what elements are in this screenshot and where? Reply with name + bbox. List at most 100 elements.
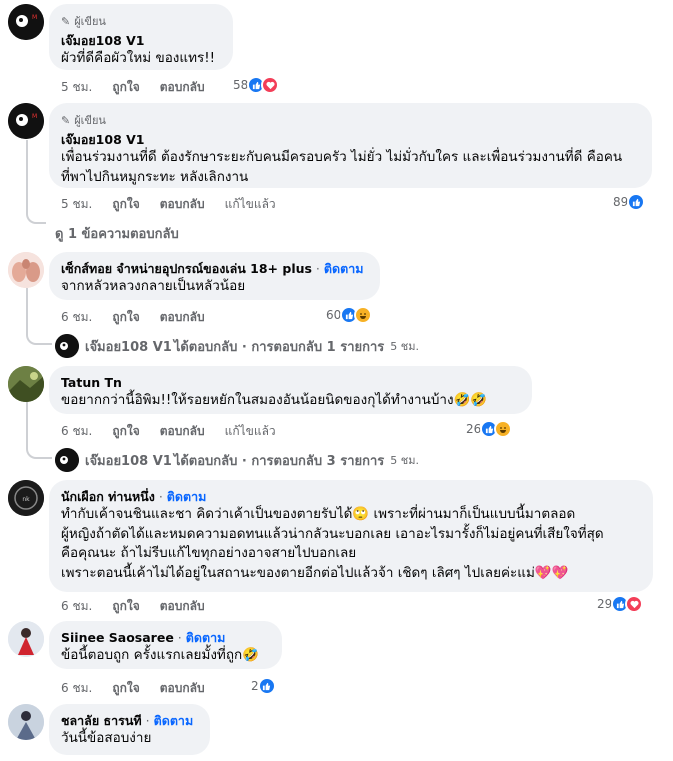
haha-reaction-icon bbox=[354, 306, 373, 324]
timestamp[interactable]: 6 ชม. bbox=[61, 679, 92, 698]
like-reaction-icon bbox=[627, 193, 646, 211]
commenter-name[interactable]: นักเผือก ท่านหนึ่ง bbox=[61, 489, 155, 504]
love-reaction-icon bbox=[625, 595, 644, 613]
comment-actions: 6 ชม. ถูกใจ ตอบกลับ แก้ไขแล้ว bbox=[61, 422, 296, 441]
commenter-name[interactable]: Siinee Saosaree bbox=[61, 630, 174, 645]
reaction-count: 58 bbox=[233, 78, 249, 92]
reaction-count: 26 bbox=[466, 422, 482, 436]
comment-text-line: เพื่อนร่วมงานที่ดี ต้องรักษาระยะกับคนมีค… bbox=[61, 149, 623, 165]
commenter-header: นักเผือก ท่านหนึ่ง · ติดตาม bbox=[61, 489, 207, 504]
avatar bbox=[55, 448, 79, 472]
replier-name: เจ๊มอย108 V1 bbox=[85, 453, 172, 469]
comment-actions: 5 ชม. ถูกใจ ตอบกลับ bbox=[61, 78, 225, 97]
like-button[interactable]: ถูกใจ bbox=[112, 679, 139, 698]
replier-name: เจ๊มอย108 V1 bbox=[85, 339, 172, 355]
comment-text: วันนี้ข้อสอบง่าย bbox=[61, 730, 152, 746]
like-button[interactable]: ถูกใจ bbox=[112, 308, 139, 327]
comment-bubble: ชลาลัย ธารนที · ติดตาม วันนี้ข้อสอบง่าย bbox=[49, 704, 210, 755]
view-replies-link[interactable]: ดู 1 ข้อความตอบกลับ bbox=[55, 223, 179, 244]
timestamp[interactable]: 6 ชม. bbox=[61, 597, 92, 616]
reply-button[interactable]: ตอบกลับ bbox=[160, 679, 205, 698]
commenter-header: Siinee Saosaree · ติดตาม bbox=[61, 630, 226, 645]
reply-button[interactable]: ตอบกลับ bbox=[160, 422, 205, 441]
reaction-summary[interactable]: 58 bbox=[233, 76, 280, 94]
comment-actions: 5 ชม. ถูกใจ ตอบกลับ แก้ไขแล้ว bbox=[61, 195, 296, 214]
follow-button[interactable]: ติดตาม bbox=[324, 261, 364, 276]
comment-bubble: ✎ ผู้เขียน เจ๊มอย108 V1 เพื่อนร่วมงานที่… bbox=[49, 103, 652, 188]
comment-text-line: ทำกับเค้าจนชินและชา คิดว่าเค้าเป็นของตาย… bbox=[61, 506, 576, 522]
pen-icon: ✎ bbox=[61, 14, 71, 28]
follow-button[interactable]: ติดตาม bbox=[167, 489, 207, 504]
reaction-summary[interactable]: 89 bbox=[613, 193, 646, 211]
comment-actions: 6 ชม. ถูกใจ ตอบกลับ bbox=[61, 308, 225, 327]
reaction-summary[interactable]: 29 bbox=[597, 595, 644, 613]
reply-timestamp: 5 ชม. bbox=[390, 340, 420, 353]
thread-connector bbox=[26, 288, 52, 345]
timestamp[interactable]: 6 ชม. bbox=[61, 308, 92, 327]
haha-reaction-icon bbox=[494, 420, 513, 438]
comment-bubble: Siinee Saosaree · ติดตาม ข้อนี้ตอบถูก คร… bbox=[49, 621, 282, 669]
reaction-count: 60 bbox=[326, 308, 342, 322]
reply-button[interactable]: ตอบกลับ bbox=[160, 597, 205, 616]
like-reaction-icon bbox=[257, 677, 276, 695]
commenter-header: ชลาลัย ธารนที · ติดตาม bbox=[61, 713, 194, 728]
comment-bubble: ✎ ผู้เขียน เจ๊มอย108 V1 ผัวที่ดีคือผัวให… bbox=[49, 4, 233, 70]
svg-text:nk: nk bbox=[22, 496, 30, 503]
reaction-count: 89 bbox=[613, 195, 629, 209]
edited-label: แก้ไขแล้ว bbox=[224, 197, 276, 211]
avatar[interactable]: M bbox=[8, 103, 44, 139]
reply-timestamp: 5 ชม. bbox=[390, 454, 420, 467]
comment-actions: 6 ชม. ถูกใจ ตอบกลับ bbox=[61, 597, 225, 616]
timestamp[interactable]: 5 ชม. bbox=[61, 195, 92, 214]
svg-text:M: M bbox=[32, 14, 37, 21]
avatar[interactable] bbox=[8, 252, 44, 288]
avatar[interactable] bbox=[8, 366, 44, 402]
reply-count-text: ได้ตอบกลับ · การตอบกลับ 3 รายการ bbox=[173, 453, 385, 469]
author-badge: ✎ ผู้เขียน bbox=[61, 113, 106, 128]
like-button[interactable]: ถูกใจ bbox=[112, 422, 139, 441]
like-button[interactable]: ถูกใจ bbox=[112, 78, 139, 97]
reaction-summary[interactable]: 26 bbox=[466, 420, 513, 438]
reply-summary[interactable]: เจ๊มอย108 V1 ได้ตอบกลับ · การตอบกลับ 3 ร… bbox=[55, 448, 419, 472]
comment-actions: 6 ชม. ถูกใจ ตอบกลับ bbox=[61, 679, 225, 698]
reply-button[interactable]: ตอบกลับ bbox=[160, 195, 205, 214]
pen-icon: ✎ bbox=[61, 113, 71, 127]
commenter-name[interactable]: เจ๊มอย108 V1 bbox=[61, 131, 640, 148]
reaction-count: 29 bbox=[597, 597, 613, 611]
timestamp[interactable]: 6 ชม. bbox=[61, 422, 92, 441]
author-badge: ✎ ผู้เขียน bbox=[61, 14, 106, 29]
reply-button[interactable]: ตอบกลับ bbox=[160, 78, 205, 97]
comment-text-line: ผู้หญิงถ้าตัดได้และหมดความอดทนแล้วน่ากลั… bbox=[61, 525, 604, 542]
avatar[interactable]: M bbox=[8, 4, 44, 40]
comment-text-line: ที่พาไปกินหมูกระทะ หลังเลิกงาน bbox=[61, 168, 249, 185]
reaction-summary[interactable]: 60 bbox=[326, 306, 373, 324]
edited-label: แก้ไขแล้ว bbox=[224, 424, 276, 438]
commenter-header: เซ็กส์ทอย จำหน่ายอุปกรณ์ของเล่น 18+ plus… bbox=[61, 261, 364, 276]
thread-connector bbox=[26, 140, 46, 224]
comment-text-line: เพราะตอนนี้เค้าไม่ได้อยู่ในสถานะของตายอี… bbox=[61, 564, 569, 581]
avatar bbox=[55, 334, 79, 358]
reply-summary[interactable]: เจ๊มอย108 V1 ได้ตอบกลับ · การตอบกลับ 1 ร… bbox=[55, 334, 419, 358]
commenter-name[interactable]: เจ๊มอย108 V1 bbox=[61, 32, 221, 49]
avatar[interactable] bbox=[8, 621, 44, 657]
like-button[interactable]: ถูกใจ bbox=[112, 195, 139, 214]
svg-text:M: M bbox=[32, 113, 37, 120]
like-button[interactable]: ถูกใจ bbox=[112, 597, 139, 616]
commenter-name[interactable]: Tatun Tn bbox=[61, 374, 520, 391]
commenter-name[interactable]: ชลาลัย ธารนที bbox=[61, 713, 142, 728]
timestamp[interactable]: 5 ชม. bbox=[61, 78, 92, 97]
comment-bubble: เซ็กส์ทอย จำหน่ายอุปกรณ์ของเล่น 18+ plus… bbox=[49, 252, 380, 300]
reply-button[interactable]: ตอบกลับ bbox=[160, 308, 205, 327]
thread-connector bbox=[26, 402, 52, 459]
commenter-name[interactable]: เซ็กส์ทอย จำหน่ายอุปกรณ์ของเล่น 18+ plus bbox=[61, 261, 312, 276]
comment-bubble: นักเผือก ท่านหนึ่ง · ติดตาม ทำกับเค้าจนช… bbox=[49, 480, 653, 592]
avatar[interactable] bbox=[8, 704, 44, 740]
comment-text: ข้อนี้ตอบถูก ครั้งแรกเลยมั้งที่ถูก🤣 bbox=[61, 647, 259, 663]
reaction-summary[interactable]: 2 bbox=[251, 677, 276, 695]
follow-button[interactable]: ติดตาม bbox=[186, 630, 226, 645]
comment-text: จากหลัวหลวงกลายเป็นหลัวน้อย bbox=[61, 278, 246, 294]
avatar[interactable]: nk bbox=[8, 480, 44, 516]
comment-text-line: คือคุณนะ ถ้าไม่รีบแก้ไขทุกอย่างอาจสายไปบ… bbox=[61, 545, 357, 561]
reply-count-text: ได้ตอบกลับ · การตอบกลับ 1 รายการ bbox=[173, 339, 385, 355]
follow-button[interactable]: ติดตาม bbox=[154, 713, 194, 728]
